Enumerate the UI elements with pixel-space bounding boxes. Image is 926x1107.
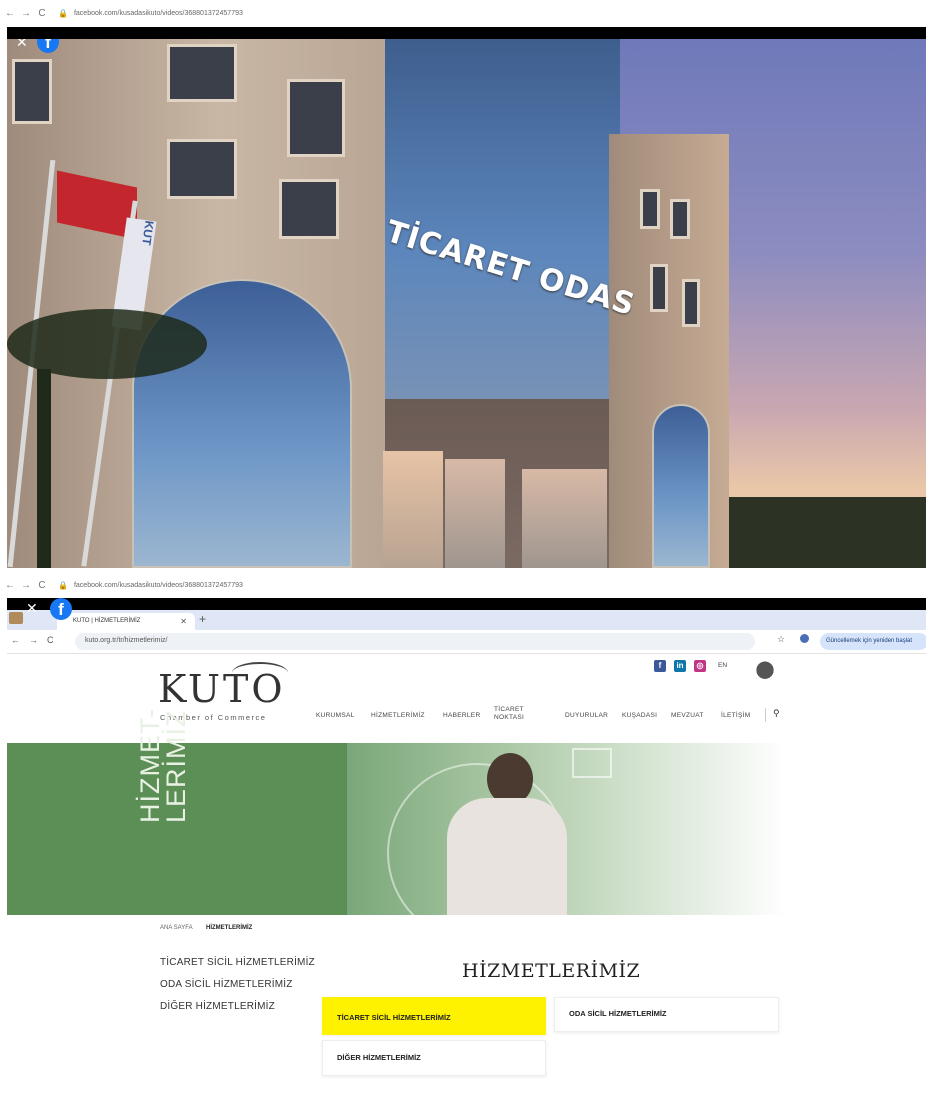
facebook-video-frame[interactable]: TİCARET ODAS KUT f ✕ (7, 39, 926, 568)
back-icon[interactable]: ← (11, 635, 20, 645)
building-window (167, 44, 237, 102)
storefront-window (445, 459, 505, 568)
arched-glass-right (652, 404, 710, 568)
menu-hizmetlerimiz[interactable]: HİZMETLERİMİZ (371, 712, 425, 719)
inner-address-bar: ← → C kuto.org.tr/tr/hizmetlerimiz/ ☆ Gü… (7, 630, 926, 654)
ataturk-portrait (748, 655, 782, 693)
star-icon[interactable]: ☆ (777, 634, 785, 645)
inner-tab-strip: KUTO | HİZMETLERİMİZ ✕ + (7, 610, 926, 630)
search-icon[interactable]: ⚲ (773, 708, 780, 719)
building-window (12, 59, 52, 124)
storefront-window (383, 451, 443, 568)
storefront-window (522, 469, 607, 568)
close-icon[interactable]: ✕ (16, 39, 28, 51)
menu-haberler[interactable]: HABERLER (443, 712, 480, 719)
person-body (447, 798, 567, 915)
linkedin-icon[interactable]: in (674, 660, 686, 672)
sidebar-item-ticaret-sicil[interactable]: TİCARET SİCİL HİZMETLERİMİZ (160, 957, 315, 968)
sidebar-item-diger[interactable]: DİĞER HİZMETLERİMİZ (160, 1001, 275, 1012)
profile-icon[interactable] (800, 634, 809, 643)
building-window (682, 279, 700, 327)
browser-tab[interactable]: KUTO | HİZMETLERİMİZ ✕ (57, 613, 195, 630)
reload-icon[interactable]: C (47, 635, 54, 645)
forward-icon[interactable]: → (20, 580, 32, 591)
building-window (167, 139, 237, 199)
reload-icon[interactable]: C (36, 580, 48, 591)
card-ticaret-sicil[interactable]: TİCARET SİCİL HİZMETLERİMİZ (322, 997, 546, 1035)
address-bar-middle[interactable]: facebook.com/kusadasikuto/videos/3688013… (74, 582, 243, 589)
lock-icon: 🔒 (58, 8, 68, 18)
facebook-icon[interactable]: f (654, 660, 666, 672)
menu-iletisim[interactable]: İLETİŞİM (721, 712, 751, 719)
breadcrumb-home[interactable]: ANA SAYFA (160, 925, 193, 931)
ui-frame-graphic (572, 748, 612, 778)
sidebar-item-oda-sicil[interactable]: ODA SİCİL HİZMETLERİMİZ (160, 979, 293, 990)
forward-icon[interactable]: → (20, 8, 32, 19)
menu-ticaret-noktasi-line1[interactable]: TİCARET (494, 706, 524, 713)
browser-toolbar-top: ← → C 🔒 facebook.com/kusadasikuto/videos… (0, 2, 926, 24)
menu-mevzuat[interactable]: MEVZUAT (671, 712, 704, 719)
building-window (287, 79, 345, 157)
instagram-icon[interactable]: ◎ (694, 660, 706, 672)
breadcrumb-current: HİZMETLERİMİZ (206, 925, 253, 931)
close-icon[interactable]: ✕ (26, 600, 38, 617)
menu-divider (765, 708, 766, 722)
page-title: HİZMETLERİMİZ (462, 960, 641, 982)
hero-title: HİZMET- LERİMİZ (135, 708, 191, 823)
building-window (670, 199, 690, 239)
card-oda-sicil[interactable]: ODA SİCİL HİZMETLERİMİZ (554, 997, 779, 1032)
logo-arc (232, 662, 288, 684)
menu-kusadasi[interactable]: KUŞADASI (622, 712, 657, 719)
menu-ticaret-noktasi-line2[interactable]: NOKTASI (494, 714, 524, 721)
palm-leaves (7, 309, 207, 379)
building-window (279, 179, 339, 239)
video-header-band (7, 27, 926, 39)
back-icon[interactable]: ← (4, 580, 16, 591)
tab-close-icon[interactable]: ✕ (180, 617, 187, 626)
reload-icon[interactable]: C (36, 8, 48, 19)
back-icon[interactable]: ← (4, 8, 16, 19)
favicon-icon (9, 612, 23, 624)
tab-title: KUTO | HİZMETLERİMİZ (73, 618, 141, 624)
building-window (640, 189, 660, 229)
browser-toolbar-middle: ← → C 🔒 facebook.com/kusadasikuto/videos… (0, 574, 926, 596)
building-window (650, 264, 668, 312)
language-switch[interactable]: EN (718, 662, 727, 669)
menu-kurumsal[interactable]: KURUMSAL (316, 712, 355, 719)
palm-trunk (37, 369, 51, 568)
new-tab-icon[interactable]: + (199, 612, 206, 626)
forward-icon[interactable]: → (29, 635, 38, 645)
address-bar-top[interactable]: facebook.com/kusadasikuto/videos/3688013… (74, 10, 243, 17)
card-diger[interactable]: DİĞER HİZMETLERİMİZ (322, 1040, 546, 1076)
menu-duyurular[interactable]: DUYURULAR (565, 712, 608, 719)
lock-icon: 🔒 (58, 580, 68, 590)
update-button[interactable]: Güncellemek için yeniden başlat (820, 633, 926, 650)
facebook-icon: f (50, 598, 72, 620)
tree-line (729, 497, 926, 568)
url-field[interactable]: kuto.org.tr/tr/hizmetlerimiz/ (75, 633, 755, 650)
hero-image (347, 743, 787, 915)
video-header-band (7, 598, 926, 610)
